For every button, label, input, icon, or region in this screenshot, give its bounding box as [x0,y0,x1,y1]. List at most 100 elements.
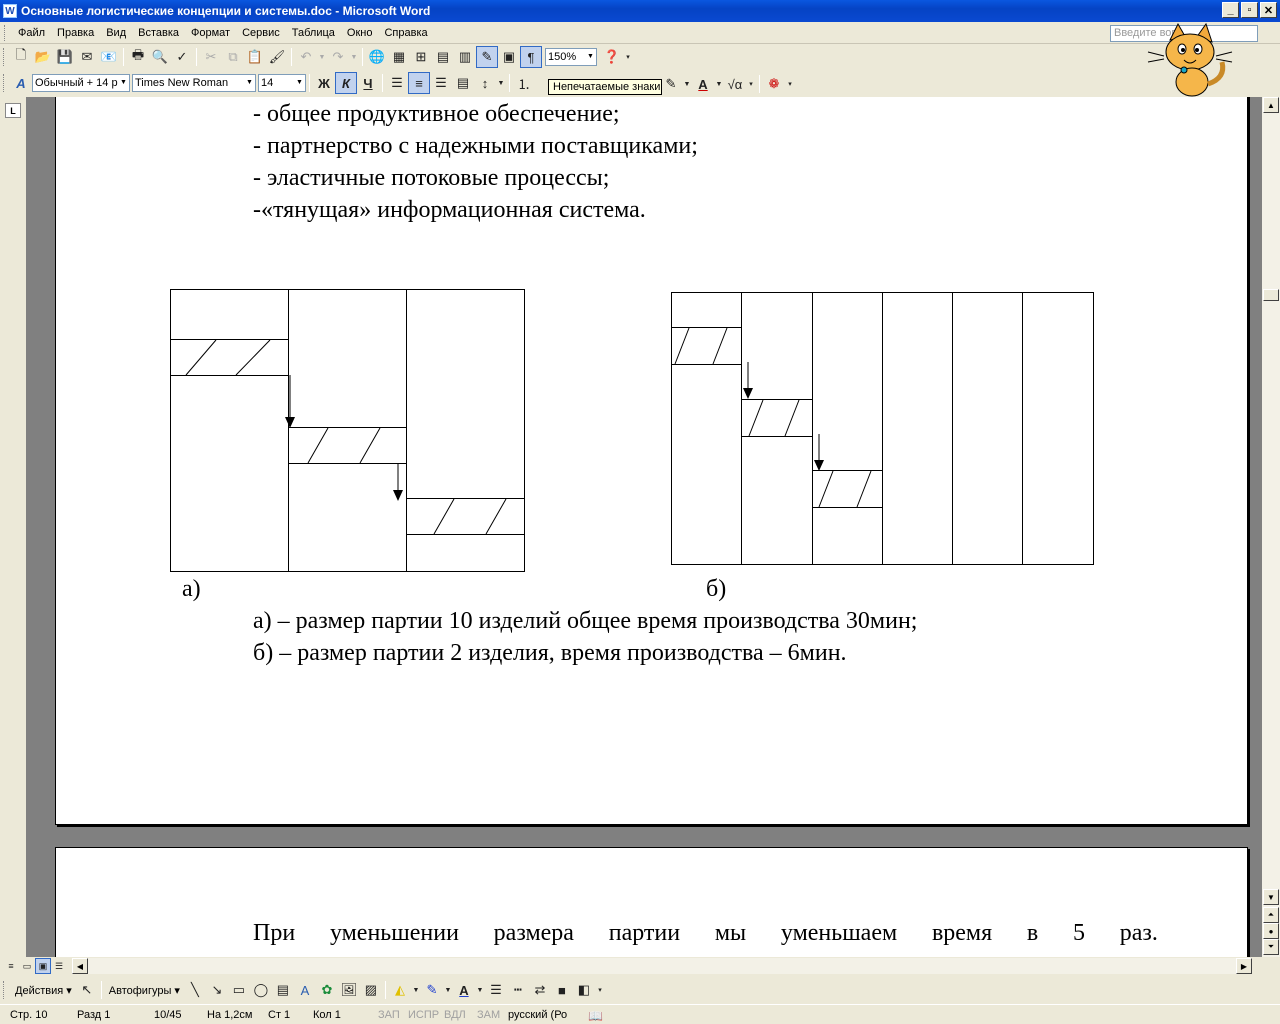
toolbar-grip[interactable] [3,74,7,92]
minimize-button[interactable]: _ [1222,2,1239,18]
menu-help[interactable]: Справка [378,25,433,41]
chevron-down-icon[interactable]: ▼ [244,75,255,91]
show-hide-pilcrow-button[interactable]: ¶ [520,46,542,68]
align-center-icon[interactable]: ≡ [408,72,430,94]
document-map-icon[interactable]: ▣ [498,46,520,68]
font-combo[interactable]: Times New Roman ▼ [132,74,256,92]
tables-borders-icon[interactable]: ▦ [388,46,410,68]
save-icon[interactable]: 💾 [54,46,76,68]
toolbar-options-icon[interactable]: ▾ [623,46,633,68]
line-spacing-icon[interactable]: ↕ [474,72,496,94]
status-track-changes[interactable]: ИСПР [408,1009,439,1021]
arrow-style-icon[interactable]: ⇄ [529,979,551,1001]
align-right-icon[interactable]: ☰ [430,72,452,94]
print-icon[interactable]: 🖶 [127,46,149,68]
italic-button[interactable]: К [335,72,357,94]
redo-icon[interactable]: ↷ [327,46,349,68]
line-color-icon[interactable]: ✎ [421,979,443,1001]
dash-style-icon[interactable]: ┅ [507,979,529,1001]
line-style-icon[interactable]: ☰ [485,979,507,1001]
hyperlink-icon[interactable]: 🌐 [366,46,388,68]
email-icon[interactable]: 📧 [98,46,120,68]
menu-window[interactable]: Окно [341,25,379,41]
zoom-combo[interactable]: 150% ▼ [545,48,597,66]
diagram-a[interactable] [170,289,526,574]
scroll-right-icon[interactable]: ▶ [1236,958,1252,974]
menu-edit[interactable]: Правка [51,25,100,41]
maximize-button[interactable]: ▫ [1241,2,1258,18]
web-view-icon[interactable]: ▭ [19,958,35,974]
new-document-icon[interactable]: 🗋 [10,46,32,68]
fill-color-dropdown-icon[interactable]: ▼ [411,979,421,1001]
previous-page-icon[interactable]: ⏶ [1263,907,1279,923]
wordart-icon[interactable]: A [294,979,316,1001]
equation-icon[interactable]: √α [724,73,746,95]
word-app-icon[interactable]: W [3,4,17,18]
toolbar-options-icon[interactable]: ▾ [595,979,605,1001]
select-browse-object-icon[interactable]: ● [1263,923,1279,939]
menu-table[interactable]: Таблица [286,25,341,41]
insert-excel-icon[interactable]: ▤ [432,46,454,68]
status-extend[interactable]: ВДЛ [444,1009,466,1021]
chevron-down-icon[interactable]: ▼ [585,49,596,65]
scroll-up-icon[interactable]: ▲ [1263,97,1279,113]
status-record[interactable]: ЗАП [378,1009,400,1021]
font-color-icon[interactable]: A [453,979,475,1001]
format-painter-icon[interactable]: 🖌 [266,46,288,68]
select-objects-icon[interactable]: ↖ [76,979,98,1001]
toolbar-grip[interactable] [3,48,7,66]
paste-icon[interactable]: 📋 [244,46,266,68]
equation-dropdown-icon[interactable]: ▾ [746,73,756,95]
close-button[interactable]: ✕ [1260,2,1277,18]
permission-icon[interactable]: ✉ [76,46,98,68]
line-spacing-dropdown-icon[interactable]: ▼ [496,72,506,94]
oval-icon[interactable]: ◯ [250,979,272,1001]
chevron-down-icon[interactable]: ▼ [118,75,129,91]
menu-format[interactable]: Формат [185,25,236,41]
redo-dropdown-icon[interactable]: ▼ [349,46,359,68]
drawing-icon[interactable]: ✎ [476,46,498,68]
open-folder-icon[interactable]: 📂 [32,46,54,68]
toolbar-grip[interactable] [3,981,7,999]
line-color-dropdown-icon[interactable]: ▼ [443,979,453,1001]
fill-color-icon[interactable]: ◭ [389,979,411,1001]
document-page[interactable]: - общее продуктивное обеспечение; - парт… [55,97,1248,825]
font-color-icon[interactable]: A [692,73,714,95]
next-page-icon[interactable]: ⏷ [1263,939,1279,955]
style-combo[interactable]: Обычный + 14 p ▼ [32,74,130,92]
arrow-icon[interactable]: ↘ [206,979,228,1001]
bold-button[interactable]: Ж [313,72,335,94]
menu-tools[interactable]: Сервис [236,25,286,41]
research-icon[interactable]: ❁ [763,73,785,95]
outline-view-icon[interactable]: ☰ [51,958,67,974]
diagram-icon[interactable]: ✿ [316,979,338,1001]
picture-icon[interactable]: ▨ [360,979,382,1001]
status-overtype[interactable]: ЗАМ [477,1009,500,1021]
autoshapes-menu[interactable]: Автофигуры ▾ [105,984,184,997]
menu-file[interactable]: Файл [12,25,51,41]
print-preview-icon[interactable]: 🔍 [149,46,171,68]
document-page[interactable]: При уменьшении размера партии мы уменьша… [55,847,1248,957]
font-color-dropdown-icon[interactable]: ▼ [475,979,485,1001]
scroll-left-icon[interactable]: ◀ [72,958,88,974]
spelling-icon[interactable]: ✓ [171,46,193,68]
styles-icon[interactable]: A [10,72,32,94]
align-left-icon[interactable]: ☰ [386,72,408,94]
cut-icon[interactable]: ✂ [200,46,222,68]
normal-view-icon[interactable]: ≡ [3,958,19,974]
insert-table-icon[interactable]: ⊞ [410,46,432,68]
scroll-thumb[interactable] [1263,289,1279,301]
diagram-b[interactable] [671,292,1095,567]
help-icon[interactable]: ❓ [601,46,623,68]
scroll-down-icon[interactable]: ▼ [1263,889,1279,905]
horizontal-scrollbar[interactable]: ◀ ▶ [72,958,1252,974]
toolbar-options-icon[interactable]: ▾ [785,73,795,95]
highlight-icon[interactable]: ✎ [660,73,682,95]
font-color-dropdown-icon[interactable]: ▼ [714,73,724,95]
vertical-scrollbar[interactable]: ▲ ▼ ⏶ ● ⏷ [1262,97,1280,957]
numbering-icon[interactable]: ⒈ [513,72,535,94]
menu-insert[interactable]: Вставка [132,25,185,41]
copy-icon[interactable]: ⧉ [222,46,244,68]
columns-icon[interactable]: ▥ [454,46,476,68]
highlight-dropdown-icon[interactable]: ▼ [682,73,692,95]
